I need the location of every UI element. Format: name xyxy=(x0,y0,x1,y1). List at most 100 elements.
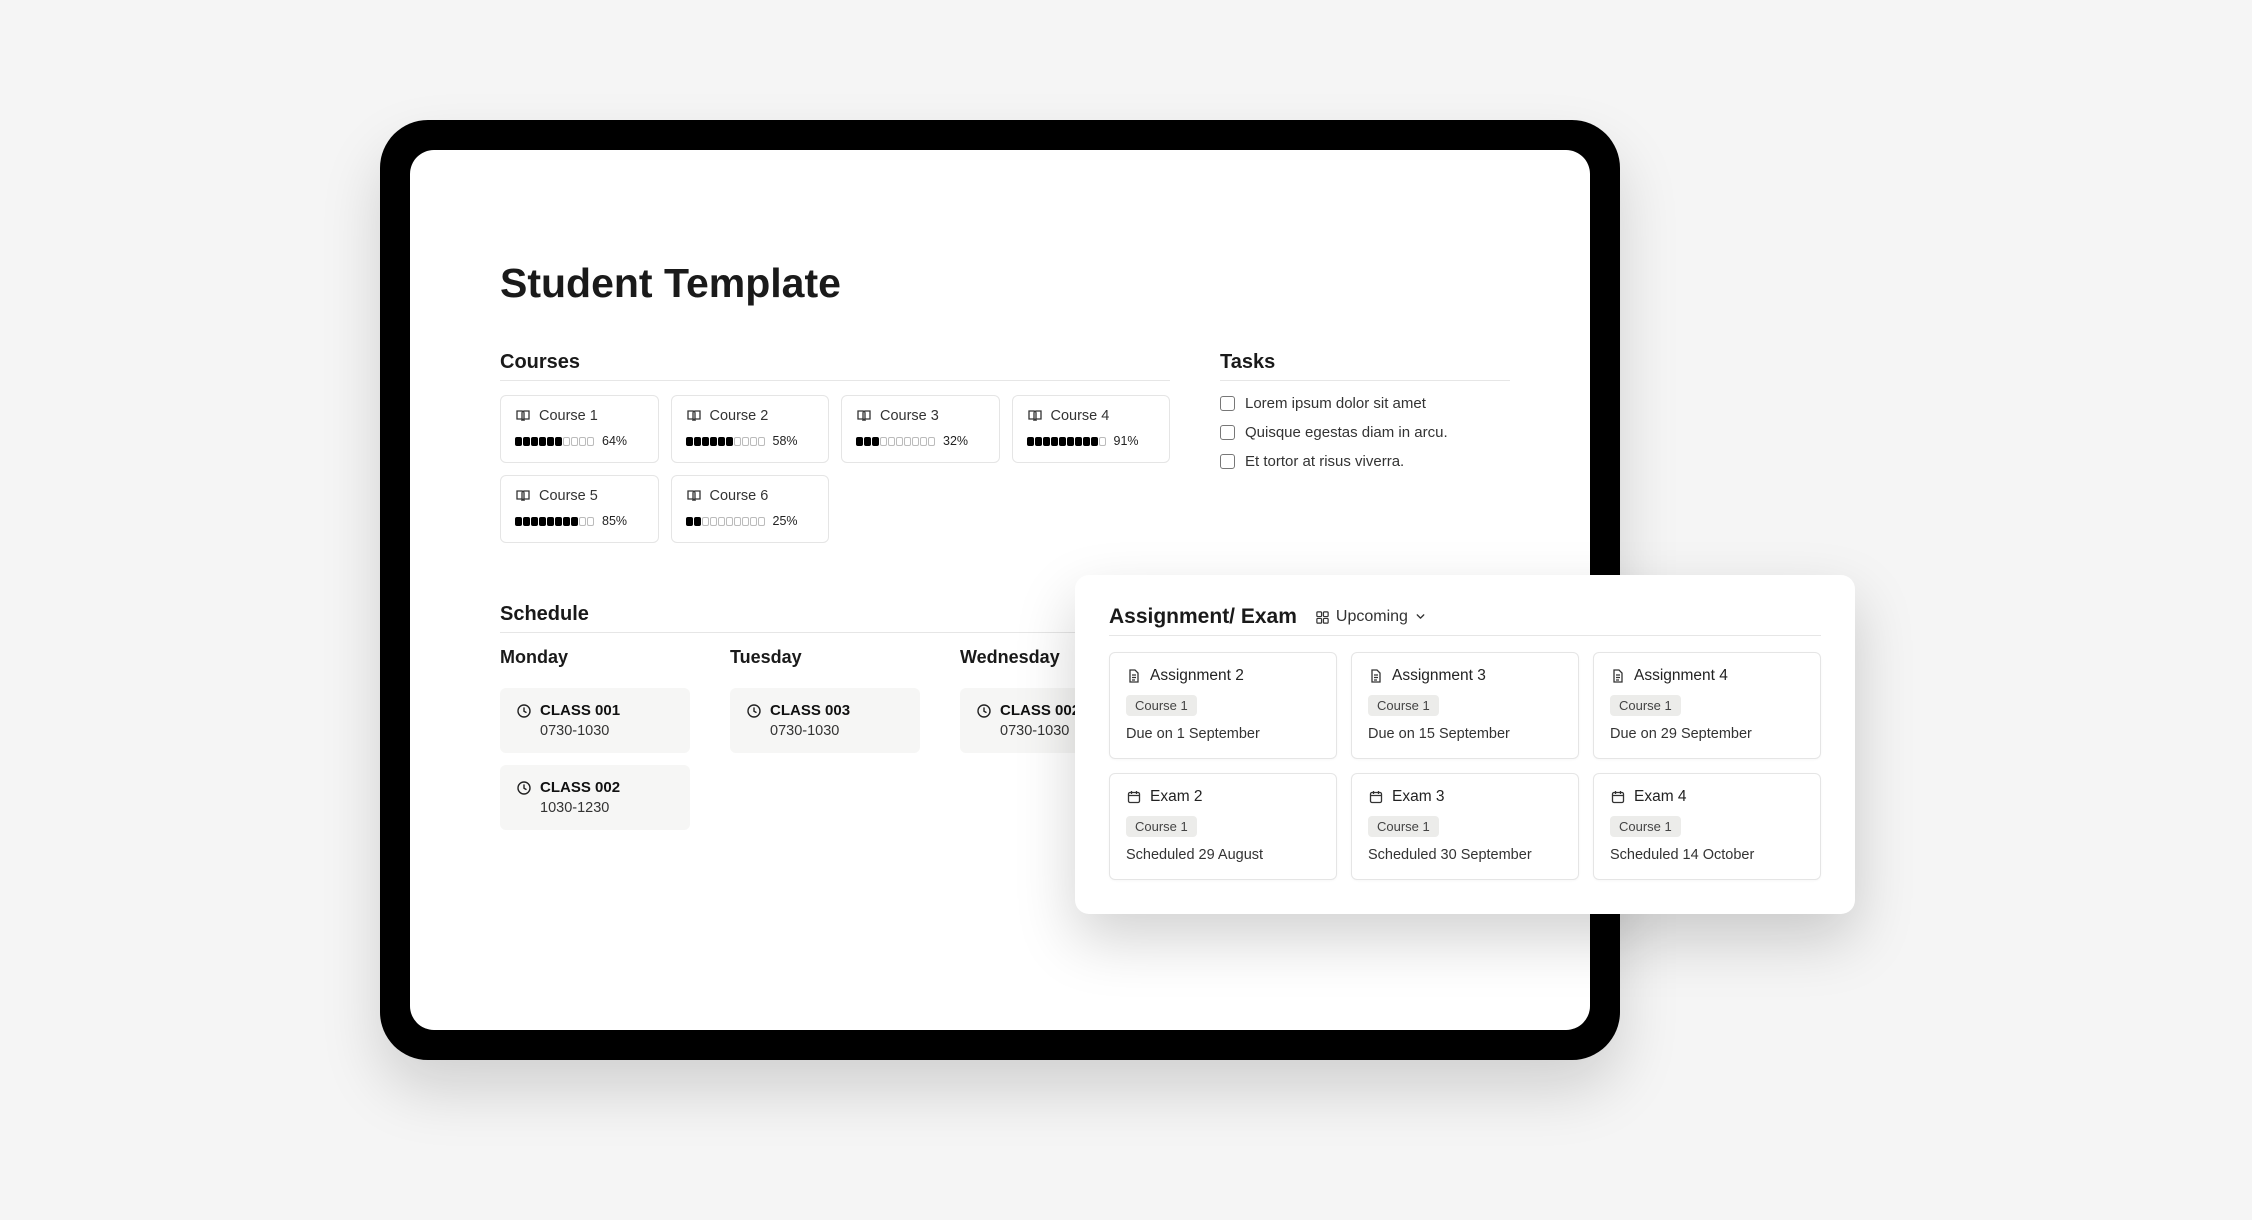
progress-block xyxy=(750,517,757,526)
class-name: CLASS 003 xyxy=(770,702,850,719)
progress-bar: 85% xyxy=(515,514,644,528)
progress-block xyxy=(872,437,879,446)
course-card[interactable]: Course 3 32% xyxy=(841,395,1000,463)
course-pill: Course 1 xyxy=(1610,695,1681,716)
class-card[interactable]: CLASS 001 0730-1030 xyxy=(500,688,690,753)
progress-block xyxy=(710,437,717,446)
progress-block xyxy=(1083,437,1090,446)
assignment-card[interactable]: Exam 3 Course 1 Scheduled 30 September xyxy=(1351,773,1579,880)
clock-icon xyxy=(516,780,532,796)
assignment-name: Exam 3 xyxy=(1392,788,1445,806)
progress-block xyxy=(896,437,903,446)
progress-block xyxy=(888,437,895,446)
progress-block xyxy=(734,517,741,526)
progress-bar: 32% xyxy=(856,434,985,448)
course-name: Course 5 xyxy=(539,488,598,504)
class-card[interactable]: CLASS 003 0730-1030 xyxy=(730,688,920,753)
progress-block xyxy=(856,437,863,446)
schedule-day: Monday CLASS 001 0730-1030 CLASS 002 103… xyxy=(500,647,690,842)
progress-block xyxy=(742,437,749,446)
tasks-heading: Tasks xyxy=(1220,351,1510,374)
course-name: Course 4 xyxy=(1051,408,1110,424)
clock-icon xyxy=(516,703,532,719)
assignment-card[interactable]: Assignment 3 Course 1 Due on 15 Septembe… xyxy=(1351,652,1579,759)
view-selector[interactable]: Upcoming xyxy=(1315,608,1429,626)
progress-block xyxy=(579,517,586,526)
assignment-meta: Due on 1 September xyxy=(1126,726,1320,742)
file-icon xyxy=(1368,668,1384,684)
progress-block xyxy=(1027,437,1034,446)
task-label: Quisque egestas diam in arcu. xyxy=(1245,424,1448,441)
task-list: Lorem ipsum dolor sit amet Quisque egest… xyxy=(1220,395,1510,470)
task-item[interactable]: Et tortor at risus viverra. xyxy=(1220,453,1510,470)
progress-block xyxy=(555,437,562,446)
progress-bar: 25% xyxy=(686,514,815,528)
checkbox-icon[interactable] xyxy=(1220,425,1235,440)
assignment-card[interactable]: Exam 4 Course 1 Scheduled 14 October xyxy=(1593,773,1821,880)
progress-block xyxy=(734,437,741,446)
checkbox-icon[interactable] xyxy=(1220,454,1235,469)
progress-block xyxy=(758,437,765,446)
progress-block xyxy=(555,517,562,526)
schedule-heading: Schedule xyxy=(500,603,1170,626)
progress-block xyxy=(920,437,927,446)
course-card[interactable]: Course 1 64% xyxy=(500,395,659,463)
assignment-name: Exam 4 xyxy=(1634,788,1687,806)
course-card[interactable]: Course 2 58% xyxy=(671,395,830,463)
task-label: Et tortor at risus viverra. xyxy=(1245,453,1404,470)
book-icon xyxy=(686,488,702,504)
progress-block xyxy=(523,517,530,526)
assignment-card[interactable]: Exam 2 Course 1 Scheduled 29 August xyxy=(1109,773,1337,880)
schedule-day: Tuesday CLASS 003 0730-1030 xyxy=(730,647,920,842)
assignment-meta: Due on 29 September xyxy=(1610,726,1804,742)
task-item[interactable]: Lorem ipsum dolor sit amet xyxy=(1220,395,1510,412)
progress-block xyxy=(718,437,725,446)
class-name: CLASS 002 xyxy=(1000,702,1080,719)
class-time: 1030-1230 xyxy=(516,800,674,816)
progress-percent: 25% xyxy=(773,514,798,528)
progress-block xyxy=(726,517,733,526)
progress-block xyxy=(547,517,554,526)
assignment-meta: Due on 15 September xyxy=(1368,726,1562,742)
assignment-name: Assignment 2 xyxy=(1150,667,1244,685)
book-icon xyxy=(1027,408,1043,424)
assignment-name: Assignment 4 xyxy=(1634,667,1728,685)
course-card[interactable]: Course 6 25% xyxy=(671,475,830,543)
progress-percent: 58% xyxy=(773,434,798,448)
progress-block xyxy=(710,517,717,526)
course-pill: Course 1 xyxy=(1368,816,1439,837)
divider xyxy=(500,632,1170,633)
checkbox-icon[interactable] xyxy=(1220,396,1235,411)
divider xyxy=(1220,380,1510,381)
course-card[interactable]: Course 4 91% xyxy=(1012,395,1171,463)
clock-icon xyxy=(976,703,992,719)
file-icon xyxy=(1126,668,1142,684)
progress-block xyxy=(1091,437,1098,446)
progress-block xyxy=(547,437,554,446)
progress-block xyxy=(579,437,586,446)
schedule-columns: Monday CLASS 001 0730-1030 CLASS 002 103… xyxy=(500,647,1170,842)
class-name: CLASS 001 xyxy=(540,702,620,719)
progress-bar: 58% xyxy=(686,434,815,448)
progress-block xyxy=(1059,437,1066,446)
assignment-card[interactable]: Assignment 4 Course 1 Due on 29 Septembe… xyxy=(1593,652,1821,759)
progress-block xyxy=(563,517,570,526)
course-card[interactable]: Course 5 85% xyxy=(500,475,659,543)
progress-block xyxy=(563,437,570,446)
assignment-card[interactable]: Assignment 2 Course 1 Due on 1 September xyxy=(1109,652,1337,759)
progress-percent: 64% xyxy=(602,434,627,448)
progress-percent: 91% xyxy=(1114,434,1139,448)
progress-block xyxy=(1035,437,1042,446)
book-icon xyxy=(856,408,872,424)
course-pill: Course 1 xyxy=(1610,816,1681,837)
calendar-icon xyxy=(1368,789,1384,805)
progress-block xyxy=(742,517,749,526)
book-icon xyxy=(515,408,531,424)
class-card[interactable]: CLASS 002 1030-1230 xyxy=(500,765,690,830)
calendar-icon xyxy=(1610,789,1626,805)
courses-grid: Course 1 64% Course 2 58% Course 3 32% C… xyxy=(500,395,1170,543)
progress-block xyxy=(1067,437,1074,446)
progress-block xyxy=(726,437,733,446)
assignment-name: Exam 2 xyxy=(1150,788,1203,806)
task-item[interactable]: Quisque egestas diam in arcu. xyxy=(1220,424,1510,441)
